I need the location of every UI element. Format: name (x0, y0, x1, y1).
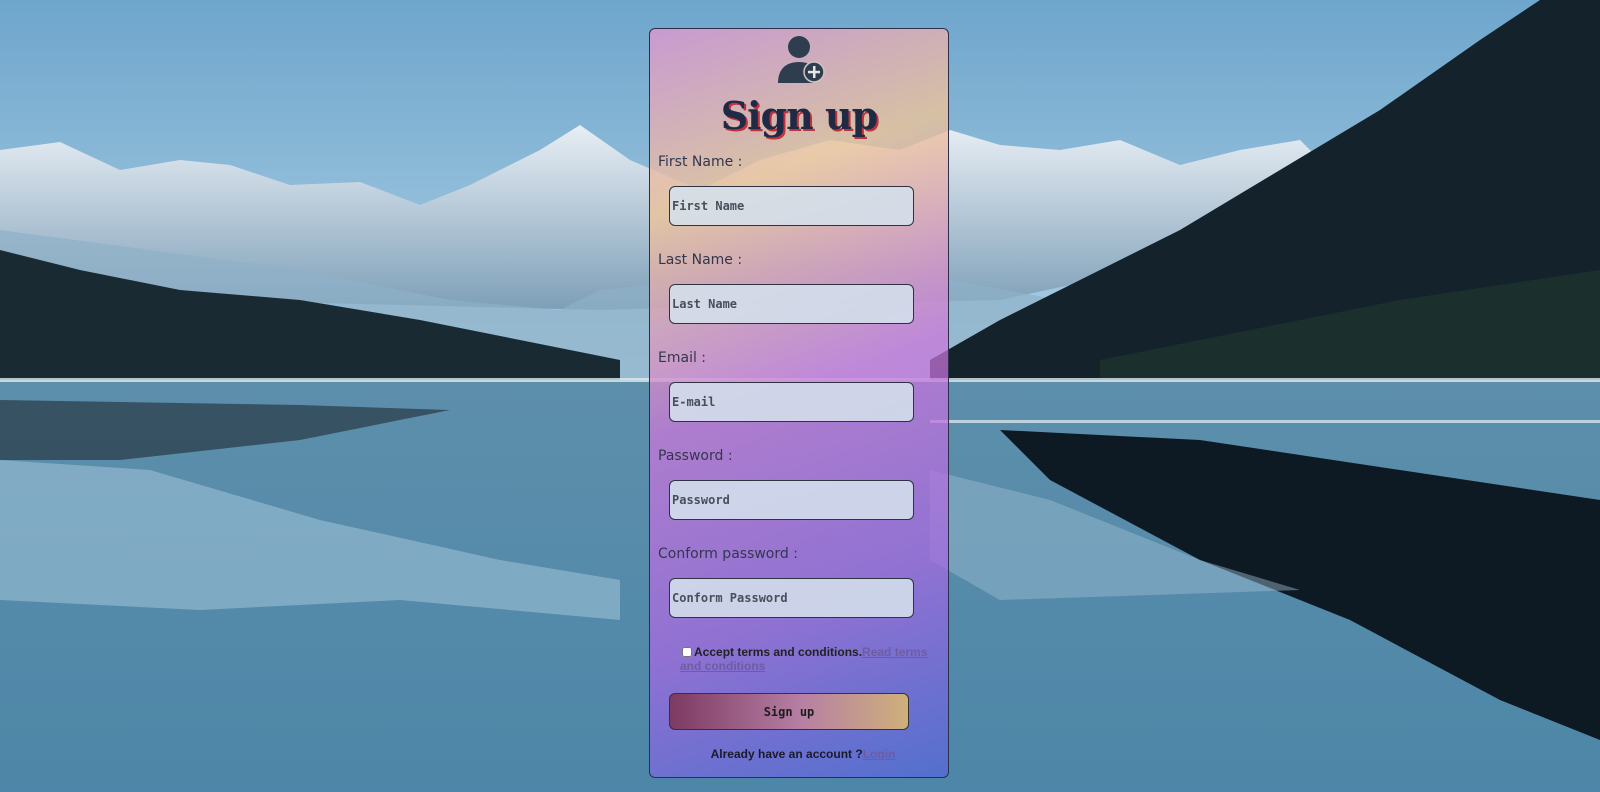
terms-checkbox[interactable] (682, 647, 692, 657)
first-name-label: First Name : (658, 154, 743, 170)
terms-row: Accept terms and conditions.Read terms a… (680, 645, 950, 673)
email-label: Email : (658, 350, 707, 366)
login-link[interactable]: Login (863, 747, 896, 761)
first-name-input[interactable] (669, 186, 914, 226)
email-input[interactable] (669, 382, 914, 422)
signup-card: Sign up First Name : Last Name : Email :… (649, 28, 949, 778)
confirm-password-label: Conform password : (658, 546, 798, 562)
password-label: Password : (658, 448, 733, 464)
password-input[interactable] (669, 480, 914, 520)
last-name-label: Last Name : (658, 252, 743, 268)
user-plus-icon (778, 36, 825, 83)
login-row: Already have an account ?Login (650, 747, 948, 761)
confirm-password-input[interactable] (669, 578, 914, 618)
terms-text: Accept terms and conditions. (694, 645, 863, 659)
sign-up-button[interactable]: Sign up (669, 693, 909, 730)
last-name-input[interactable] (669, 284, 914, 324)
login-prompt: Already have an account ? (710, 747, 863, 761)
page-title: Sign up (720, 93, 879, 138)
